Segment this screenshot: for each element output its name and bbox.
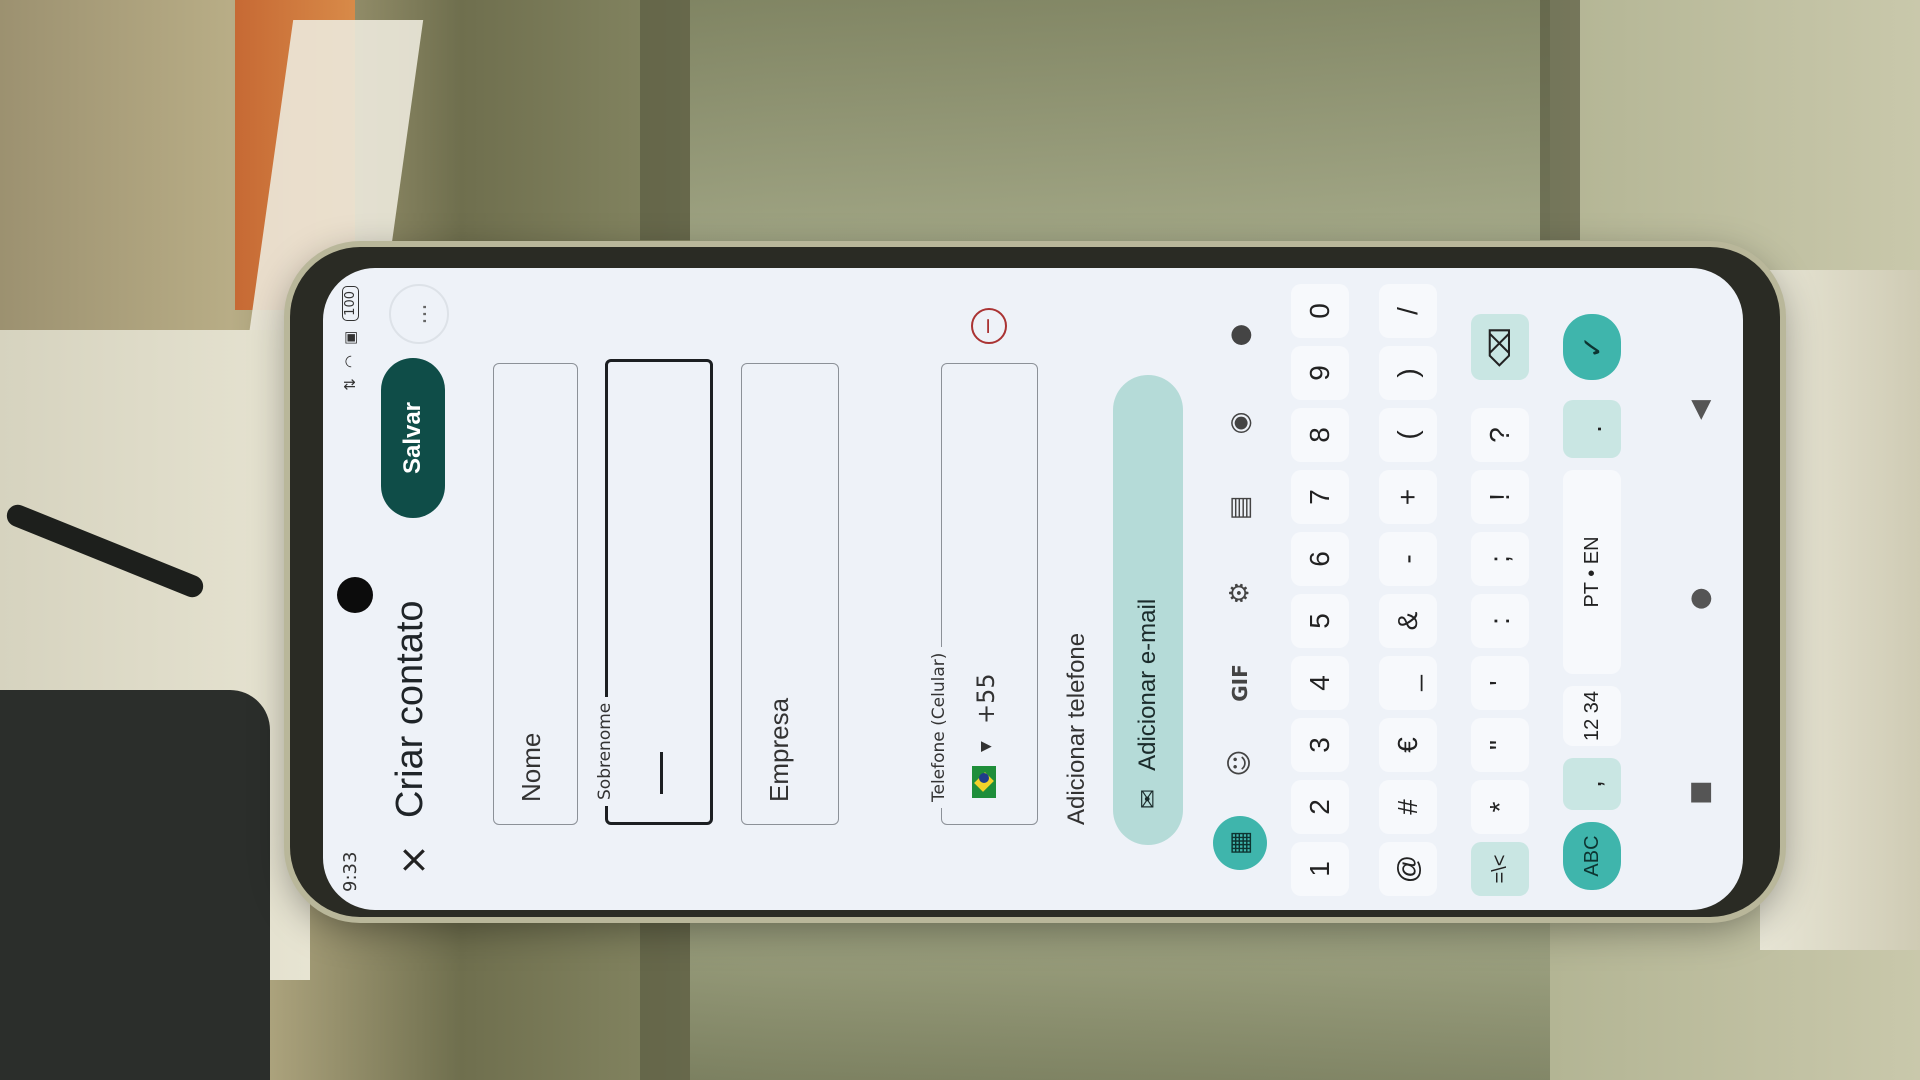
background-beam xyxy=(1540,0,1580,240)
key-row1-8[interactable]: 9 xyxy=(1291,346,1349,400)
last-name-label: Sobrenome xyxy=(595,696,615,806)
close-button[interactable]: × xyxy=(385,832,441,888)
key-row3-3[interactable]: ' xyxy=(1471,656,1529,710)
key-row2-7[interactable]: ( xyxy=(1379,408,1437,462)
page-title: Criar contato xyxy=(389,600,431,818)
key-row2-5[interactable]: - xyxy=(1379,532,1437,586)
enter-key[interactable]: ✓ xyxy=(1563,314,1621,380)
gear-icon[interactable]: ⚙ xyxy=(1213,566,1267,620)
key-row2-0[interactable]: @ xyxy=(1379,842,1437,896)
key-row1-6[interactable]: 7 xyxy=(1291,470,1349,524)
company-placeholder: Empresa xyxy=(764,697,794,802)
grid-icon[interactable]: ▦ xyxy=(1213,816,1267,870)
key-row1-0[interactable]: 1 xyxy=(1291,842,1349,896)
background-beam xyxy=(640,0,690,240)
phone-label: Telefone (Celular) xyxy=(929,646,949,808)
key-row2-6[interactable]: + xyxy=(1379,470,1437,524)
mic-icon[interactable]: ● xyxy=(1213,308,1267,362)
comma-key[interactable]: , xyxy=(1563,758,1621,810)
key-row1-4[interactable]: 5 xyxy=(1291,594,1349,648)
abc-key[interactable]: ABC xyxy=(1563,822,1621,890)
gif-button[interactable]: GIF xyxy=(1213,656,1267,710)
add-email-button[interactable]: ✉ Adicionar e-mail xyxy=(1113,375,1183,845)
country-code: +55 xyxy=(972,673,1000,724)
nfc-icon: ⇅ xyxy=(341,378,359,391)
sticker-icon[interactable]: ☺ xyxy=(1213,736,1267,790)
translate-icon[interactable]: ▤ xyxy=(1213,481,1267,535)
key-row2-1[interactable]: # xyxy=(1379,780,1437,834)
keyboard-toolbar: ▦ ☺ GIF ⚙ ▤ ◉ ● xyxy=(1203,268,1277,910)
more-options-button[interactable]: ... xyxy=(389,284,449,344)
background-beam xyxy=(640,920,690,1080)
company-field[interactable]: Empresa xyxy=(741,363,839,825)
last-name-field[interactable]: Sobrenome xyxy=(595,359,713,825)
first-name-placeholder: Nome xyxy=(516,732,546,802)
wifi-icon: ◠ xyxy=(341,355,359,369)
key-row3-6[interactable]: ! xyxy=(1471,470,1529,524)
key-row3-5[interactable]: ; xyxy=(1471,532,1529,586)
status-time: 9:33 xyxy=(339,851,361,892)
key-row3-0[interactable]: =\< xyxy=(1471,842,1529,896)
key-row3-7[interactable]: ? xyxy=(1471,408,1529,462)
back-icon[interactable]: ◀ xyxy=(1685,400,1715,420)
key-row1-5[interactable]: 6 xyxy=(1291,532,1349,586)
background-object xyxy=(0,690,270,1080)
phone-field[interactable]: Telefone (Celular) ▼ +55 xyxy=(929,363,1038,825)
add-phone-link[interactable]: Adicionar telefone xyxy=(1063,633,1091,825)
key-row1-9[interactable]: 0 xyxy=(1291,284,1349,338)
key-row3-4[interactable]: : xyxy=(1471,594,1529,648)
chevron-down-icon[interactable]: ▼ xyxy=(978,741,994,752)
remove-phone-button[interactable]: − xyxy=(971,308,1007,344)
key-row2-4[interactable]: & xyxy=(1379,594,1437,648)
key-row2-3[interactable]: _ xyxy=(1379,656,1437,710)
phone-mount xyxy=(1760,270,1920,950)
space-key[interactable]: PT • EN xyxy=(1563,470,1621,674)
screen-content: 9:33 ⇅ ◠ ▣ 100 × Criar contato Salvar ..… xyxy=(323,268,1743,910)
save-button[interactable]: Salvar xyxy=(381,358,445,518)
backspace-key[interactable]: ⌫ xyxy=(1471,314,1529,380)
key-row2-9[interactable]: / xyxy=(1379,284,1437,338)
background-window xyxy=(690,905,1550,1080)
key-row1-2[interactable]: 3 xyxy=(1291,718,1349,772)
text-cursor xyxy=(660,752,663,794)
numbers-key[interactable]: 12 34 xyxy=(1563,686,1621,746)
background-window xyxy=(690,0,1550,250)
email-icon: ✉ xyxy=(1134,788,1162,809)
palette-icon[interactable]: ◉ xyxy=(1213,396,1267,450)
key-row1-7[interactable]: 8 xyxy=(1291,408,1349,462)
key-row2-2[interactable]: € xyxy=(1379,718,1437,772)
sim-icon: ▣ xyxy=(341,330,359,346)
navigation-bar: ■ ● ◀ xyxy=(1673,268,1733,910)
key-row1-1[interactable]: 2 xyxy=(1291,780,1349,834)
app-bar: × Criar contato Salvar ... xyxy=(375,268,465,910)
add-email-label: Adicionar e-mail xyxy=(1134,598,1161,771)
period-key[interactable]: . xyxy=(1563,400,1621,458)
key-row3-2[interactable]: " xyxy=(1471,718,1529,772)
front-camera xyxy=(337,577,373,613)
key-row3-1[interactable]: * xyxy=(1471,780,1529,834)
key-row1-3[interactable]: 4 xyxy=(1291,656,1349,710)
flag-globe xyxy=(979,773,989,783)
home-icon[interactable]: ● xyxy=(1685,587,1715,610)
battery-indicator: 100 xyxy=(341,286,359,321)
recents-icon[interactable]: ■ xyxy=(1685,780,1715,805)
first-name-field[interactable]: Nome xyxy=(493,363,578,825)
key-row2-8[interactable]: ) xyxy=(1379,346,1437,400)
phone-screen: 9:33 ⇅ ◠ ▣ 100 × Criar contato Salvar ..… xyxy=(323,268,1743,910)
status-icons: ⇅ ◠ ▣ 100 xyxy=(341,286,359,391)
